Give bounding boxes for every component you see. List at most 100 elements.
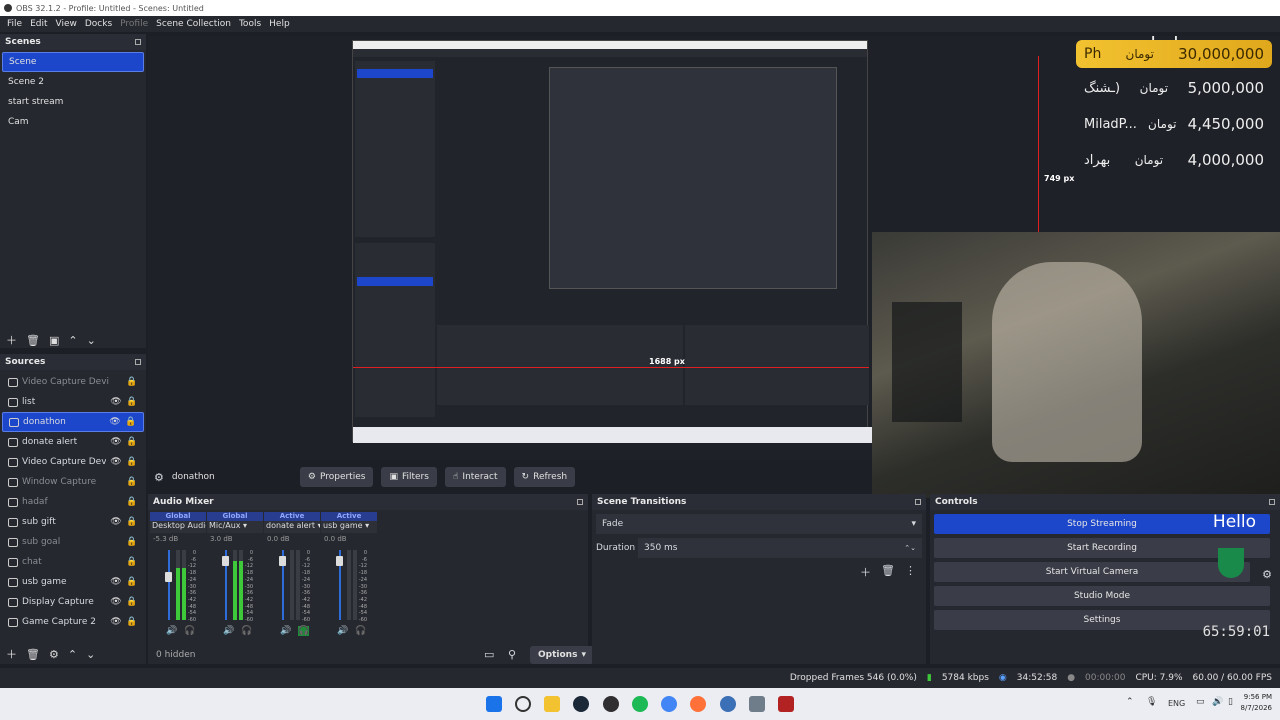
- battery-icon[interactable]: ▯: [1228, 697, 1233, 707]
- mute-icon[interactable]: 🔊: [337, 626, 348, 636]
- source-item[interactable]: Game Capture 2 👁 🔒: [2, 612, 144, 632]
- app-red-icon[interactable]: [778, 696, 794, 712]
- search-icon[interactable]: [515, 696, 531, 712]
- menu-scene-collection[interactable]: Scene Collection: [152, 19, 235, 29]
- eye-icon[interactable]: 👁: [109, 417, 121, 427]
- spin-arrows-icon[interactable]: ⌃⌄: [904, 544, 916, 552]
- interact-button[interactable]: ☝ Interact: [444, 467, 506, 487]
- filter-icon[interactable]: ▣: [49, 334, 59, 347]
- lock-icon[interactable]: 🔒: [126, 597, 138, 607]
- channel-name[interactable]: donate alert ▾: [264, 521, 320, 533]
- monitor-icon[interactable]: 🎧: [355, 626, 366, 636]
- menu-edit[interactable]: Edit: [26, 19, 51, 29]
- undock-icon[interactable]: [1269, 499, 1275, 505]
- mute-icon[interactable]: 🔊: [280, 626, 291, 636]
- source-item[interactable]: donathon 👁 🔒: [2, 412, 144, 432]
- filters-button[interactable]: ▣ Filters: [381, 467, 437, 487]
- menu-profile[interactable]: Profile: [116, 19, 152, 29]
- lock-icon[interactable]: 🔒: [126, 457, 138, 467]
- source-item[interactable]: chat 🔒: [2, 552, 144, 572]
- move-up-icon[interactable]: ⌃: [68, 334, 77, 347]
- source-item[interactable]: Window Capture 🔒: [2, 472, 144, 492]
- move-down-icon[interactable]: ⌄: [86, 648, 95, 661]
- menu-docks[interactable]: Docks: [81, 19, 116, 29]
- more-icon[interactable]: ⋮: [905, 564, 916, 580]
- duration-spinbox[interactable]: 350 ms ⌃⌄: [638, 538, 922, 558]
- fader-knob[interactable]: [279, 556, 286, 567]
- menu-file[interactable]: File: [3, 19, 26, 29]
- app-icon[interactable]: [720, 696, 736, 712]
- source-item[interactable]: list 👁 🔒: [2, 392, 144, 412]
- lock-icon[interactable]: 🔒: [126, 557, 138, 567]
- menu-tools[interactable]: Tools: [235, 19, 265, 29]
- eye-icon[interactable]: 👁: [110, 517, 122, 527]
- source-item[interactable]: usb game 👁 🔒: [2, 572, 144, 592]
- steam-icon[interactable]: [573, 696, 589, 712]
- firefox-icon[interactable]: [690, 696, 706, 712]
- start-virtual-camera-button[interactable]: Start Virtual Camera: [934, 562, 1250, 582]
- chevron-up-icon[interactable]: ⌃: [1126, 697, 1134, 707]
- gear-icon[interactable]: ⚙: [1262, 568, 1272, 581]
- source-item[interactable]: Video Capture Devi 🔒: [2, 372, 144, 392]
- layout-icon[interactable]: ▭: [484, 648, 494, 661]
- spotify-icon[interactable]: [632, 696, 648, 712]
- lock-icon[interactable]: 🔒: [126, 437, 138, 447]
- channel-name[interactable]: usb game ▾: [321, 521, 377, 533]
- transition-select[interactable]: Fade ▾: [596, 514, 922, 534]
- properties-button[interactable]: ⚙ Properties: [299, 467, 374, 487]
- source-item[interactable]: donate alert 👁 🔒: [2, 432, 144, 452]
- eye-icon[interactable]: 👁: [110, 457, 122, 467]
- language-indicator[interactable]: ENG: [1168, 699, 1185, 708]
- add-icon[interactable]: ＋: [860, 564, 871, 580]
- eye-icon[interactable]: 👁: [110, 597, 122, 607]
- studio-mode-button[interactable]: Studio Mode: [934, 586, 1270, 606]
- lock-icon[interactable]: 🔒: [125, 417, 137, 427]
- lock-icon[interactable]: 🔒: [126, 497, 138, 507]
- channel-name[interactable]: Mic/Aux ▾: [207, 521, 263, 533]
- lock-icon[interactable]: 🔒: [126, 377, 138, 387]
- mic-icon[interactable]: 🎙: [1146, 697, 1157, 707]
- network-icon[interactable]: ▭: [1196, 697, 1205, 707]
- gear-icon[interactable]: ⚙: [49, 648, 59, 661]
- lock-icon[interactable]: 🔒: [126, 517, 138, 527]
- trash-icon[interactable]: 🗑: [26, 648, 40, 661]
- source-item[interactable]: hadaf 🔒: [2, 492, 144, 512]
- scene-item-scene-2[interactable]: Scene 2: [2, 72, 144, 92]
- undock-icon[interactable]: [915, 499, 921, 505]
- windows-start-icon[interactable]: [486, 696, 502, 712]
- mute-icon[interactable]: 🔊: [223, 626, 234, 636]
- source-item[interactable]: Video Capture Devi 👁 🔒: [2, 452, 144, 472]
- scene-item-start-stream[interactable]: start stream: [2, 92, 144, 112]
- eye-icon[interactable]: 👁: [110, 617, 122, 627]
- refresh-button[interactable]: ↻ Refresh: [513, 467, 576, 487]
- move-down-icon[interactable]: ⌄: [87, 334, 96, 347]
- channel-name[interactable]: Desktop Audio ▾: [150, 521, 206, 533]
- source-item[interactable]: sub goal 🔒: [2, 532, 144, 552]
- lock-icon[interactable]: 🔒: [126, 397, 138, 407]
- undock-icon[interactable]: [135, 359, 141, 365]
- volume-icon[interactable]: 🔊: [1212, 697, 1223, 707]
- source-item[interactable]: sub gift 👁 🔒: [2, 512, 144, 532]
- file-explorer-icon[interactable]: [544, 696, 560, 712]
- source-item[interactable]: Display Capture 👁 🔒: [2, 592, 144, 612]
- calculator-icon[interactable]: [749, 696, 765, 712]
- eye-icon[interactable]: 👁: [110, 397, 122, 407]
- obs-icon[interactable]: [603, 696, 619, 712]
- move-up-icon[interactable]: ⌃: [68, 648, 77, 661]
- lock-icon[interactable]: 🔒: [126, 577, 138, 587]
- lock-icon[interactable]: 🔒: [126, 537, 138, 547]
- lock-icon[interactable]: 🔒: [126, 477, 138, 487]
- menu-help[interactable]: Help: [265, 19, 294, 29]
- fader-knob[interactable]: [165, 571, 172, 582]
- clock[interactable]: 9:56 PM 8/7/2026: [1236, 692, 1272, 714]
- add-icon[interactable]: ＋: [6, 332, 17, 348]
- trash-icon[interactable]: 🗑: [26, 334, 40, 347]
- menu-view[interactable]: View: [52, 19, 81, 29]
- volume-fader[interactable]: [168, 550, 170, 620]
- eye-icon[interactable]: 👁: [110, 437, 122, 447]
- monitor-icon[interactable]: 🎧: [184, 626, 195, 636]
- link-icon[interactable]: ⚲: [508, 648, 516, 661]
- eye-icon[interactable]: 👁: [110, 577, 122, 587]
- undock-icon[interactable]: [135, 39, 141, 45]
- fader-knob[interactable]: [336, 556, 343, 567]
